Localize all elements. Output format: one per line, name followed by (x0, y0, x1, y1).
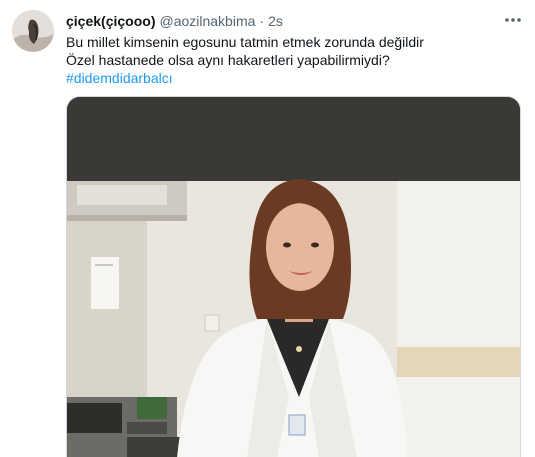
separator-dot: · (259, 13, 265, 29)
tweet-timestamp[interactable]: 2s (268, 13, 283, 29)
tweet[interactable]: çiçek(çiçooo) @aozilnakbima · 2s Bu mill… (0, 0, 535, 457)
author-display-name[interactable]: çiçek(çiçooo) (66, 13, 155, 29)
tweet-text-line-1: Bu millet kimsenin egosunu tatmin etmek … (66, 34, 424, 50)
tweet-header: çiçek(çiçooo) @aozilnakbima · 2s (66, 12, 283, 30)
more-options-button[interactable] (502, 10, 524, 30)
hashtag-link[interactable]: #didemdidarbalcı (66, 70, 173, 86)
tweet-text: Bu millet kimsenin egosunu tatmin etmek … (66, 33, 506, 87)
more-horizontal-icon (505, 18, 521, 22)
photo-illustration (67, 97, 520, 457)
tweet-text-line-2: Özel hastanede olsa aynı hakaretleri yap… (66, 52, 390, 68)
tweet-photo[interactable] (66, 96, 521, 457)
avatar[interactable] (12, 10, 54, 52)
avatar-image (12, 10, 54, 52)
author-handle[interactable]: @aozilnakbima (159, 13, 255, 29)
